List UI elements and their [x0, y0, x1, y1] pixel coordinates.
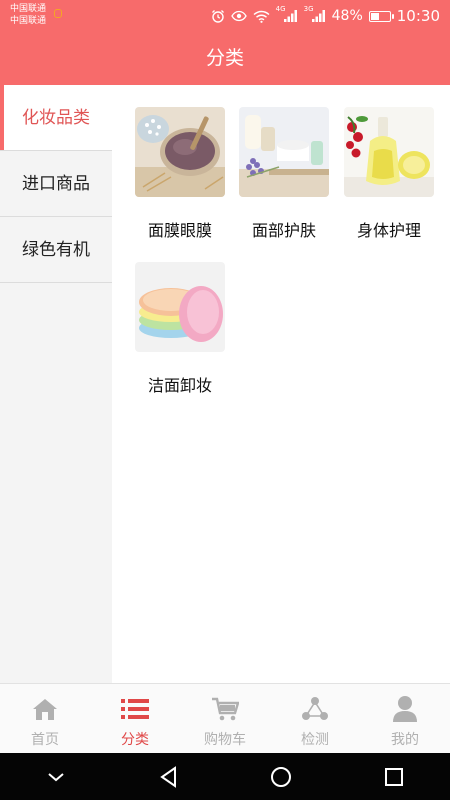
- carrier-2-text: 中国联通: [10, 16, 47, 26]
- category-cleansing[interactable]: 洁面卸妆: [135, 262, 225, 396]
- category-body-care[interactable]: 身体护理: [344, 107, 434, 241]
- sidebar-item-label: 进口商品: [22, 174, 90, 194]
- sidebar-item-label: 化妆品类: [22, 108, 90, 128]
- cleansing-sponges-photo: [135, 262, 225, 352]
- clock-time: 10:30: [396, 7, 440, 25]
- sidebar-item-cosmetics[interactable]: 化妆品类: [0, 85, 112, 151]
- category-sidebar: 化妆品类 进口商品 绿色有机: [0, 85, 112, 683]
- skincare-jars-photo: [239, 107, 329, 197]
- tab-mine[interactable]: 我的: [360, 684, 450, 754]
- tab-label: 首页: [31, 732, 59, 748]
- network-icon: [270, 694, 360, 724]
- system-nav-bar: [0, 753, 450, 800]
- cart-icon: [180, 694, 270, 724]
- carrier-info: 中国联通 中国联通: [10, 3, 62, 27]
- recents-button[interactable]: [338, 753, 450, 800]
- mask-bowl-photo: [135, 107, 225, 197]
- net-1-text: 4G: [275, 5, 286, 13]
- back-button[interactable]: [113, 753, 226, 800]
- hide-nav-button[interactable]: [0, 753, 113, 800]
- bottom-tab-bar: 首页 分类 购物车 检测 我的: [0, 683, 450, 754]
- tab-label: 我的: [391, 732, 419, 748]
- back-triangle-icon: [159, 765, 176, 788]
- tab-category[interactable]: 分类: [90, 684, 180, 754]
- net-2-text: 3G: [303, 5, 314, 13]
- status-bar: 中国联通 中国联通 4G 3G 48% 10:30: [0, 0, 450, 32]
- category-mask[interactable]: 面膜眼膜: [135, 107, 225, 241]
- category-label: 身体护理: [356, 221, 421, 240]
- header-bar: 分类: [0, 32, 450, 85]
- body-oil-photo: [344, 107, 434, 197]
- tab-home[interactable]: 首页: [0, 684, 90, 754]
- battery-percent: 48%: [331, 8, 363, 24]
- carrier-1-text: 中国联通: [10, 4, 47, 14]
- status-icons: 4G 3G 48% 10:30: [211, 0, 440, 32]
- home-nav-button[interactable]: [225, 753, 338, 800]
- home-icon: [0, 694, 90, 724]
- category-face-care[interactable]: 面部护肤: [239, 107, 329, 241]
- eye-icon: [230, 10, 247, 22]
- chevron-down-icon: [48, 772, 64, 781]
- category-label: 面膜眼膜: [147, 221, 212, 240]
- category-content: 面膜眼膜 面部护肤 身体护理 洁面卸妆: [112, 85, 450, 683]
- battery-icon: [368, 10, 394, 22]
- recents-square-icon: [384, 767, 403, 786]
- wifi-icon: [253, 10, 270, 23]
- signal-1-icon: 4G: [276, 5, 298, 23]
- sidebar-item-organic[interactable]: 绿色有机: [0, 217, 112, 283]
- list-icon: [90, 694, 180, 724]
- alarm-icon: [211, 10, 224, 23]
- category-label: 面部护肤: [251, 221, 316, 240]
- sidebar-item-imported[interactable]: 进口商品: [0, 151, 112, 217]
- tab-label: 检测: [301, 732, 329, 748]
- lock-icon: [54, 9, 62, 18]
- person-icon: [360, 694, 450, 724]
- tab-cart[interactable]: 购物车: [180, 684, 270, 754]
- category-label: 洁面卸妆: [147, 376, 212, 395]
- sidebar-item-label: 绿色有机: [22, 240, 90, 260]
- home-circle-icon: [271, 766, 292, 787]
- tab-label: 购物车: [204, 732, 246, 748]
- tab-label: 分类: [121, 732, 149, 748]
- signal-2-icon: 3G: [304, 5, 326, 23]
- page-title: 分类: [205, 47, 244, 69]
- tab-detect[interactable]: 检测: [270, 684, 360, 754]
